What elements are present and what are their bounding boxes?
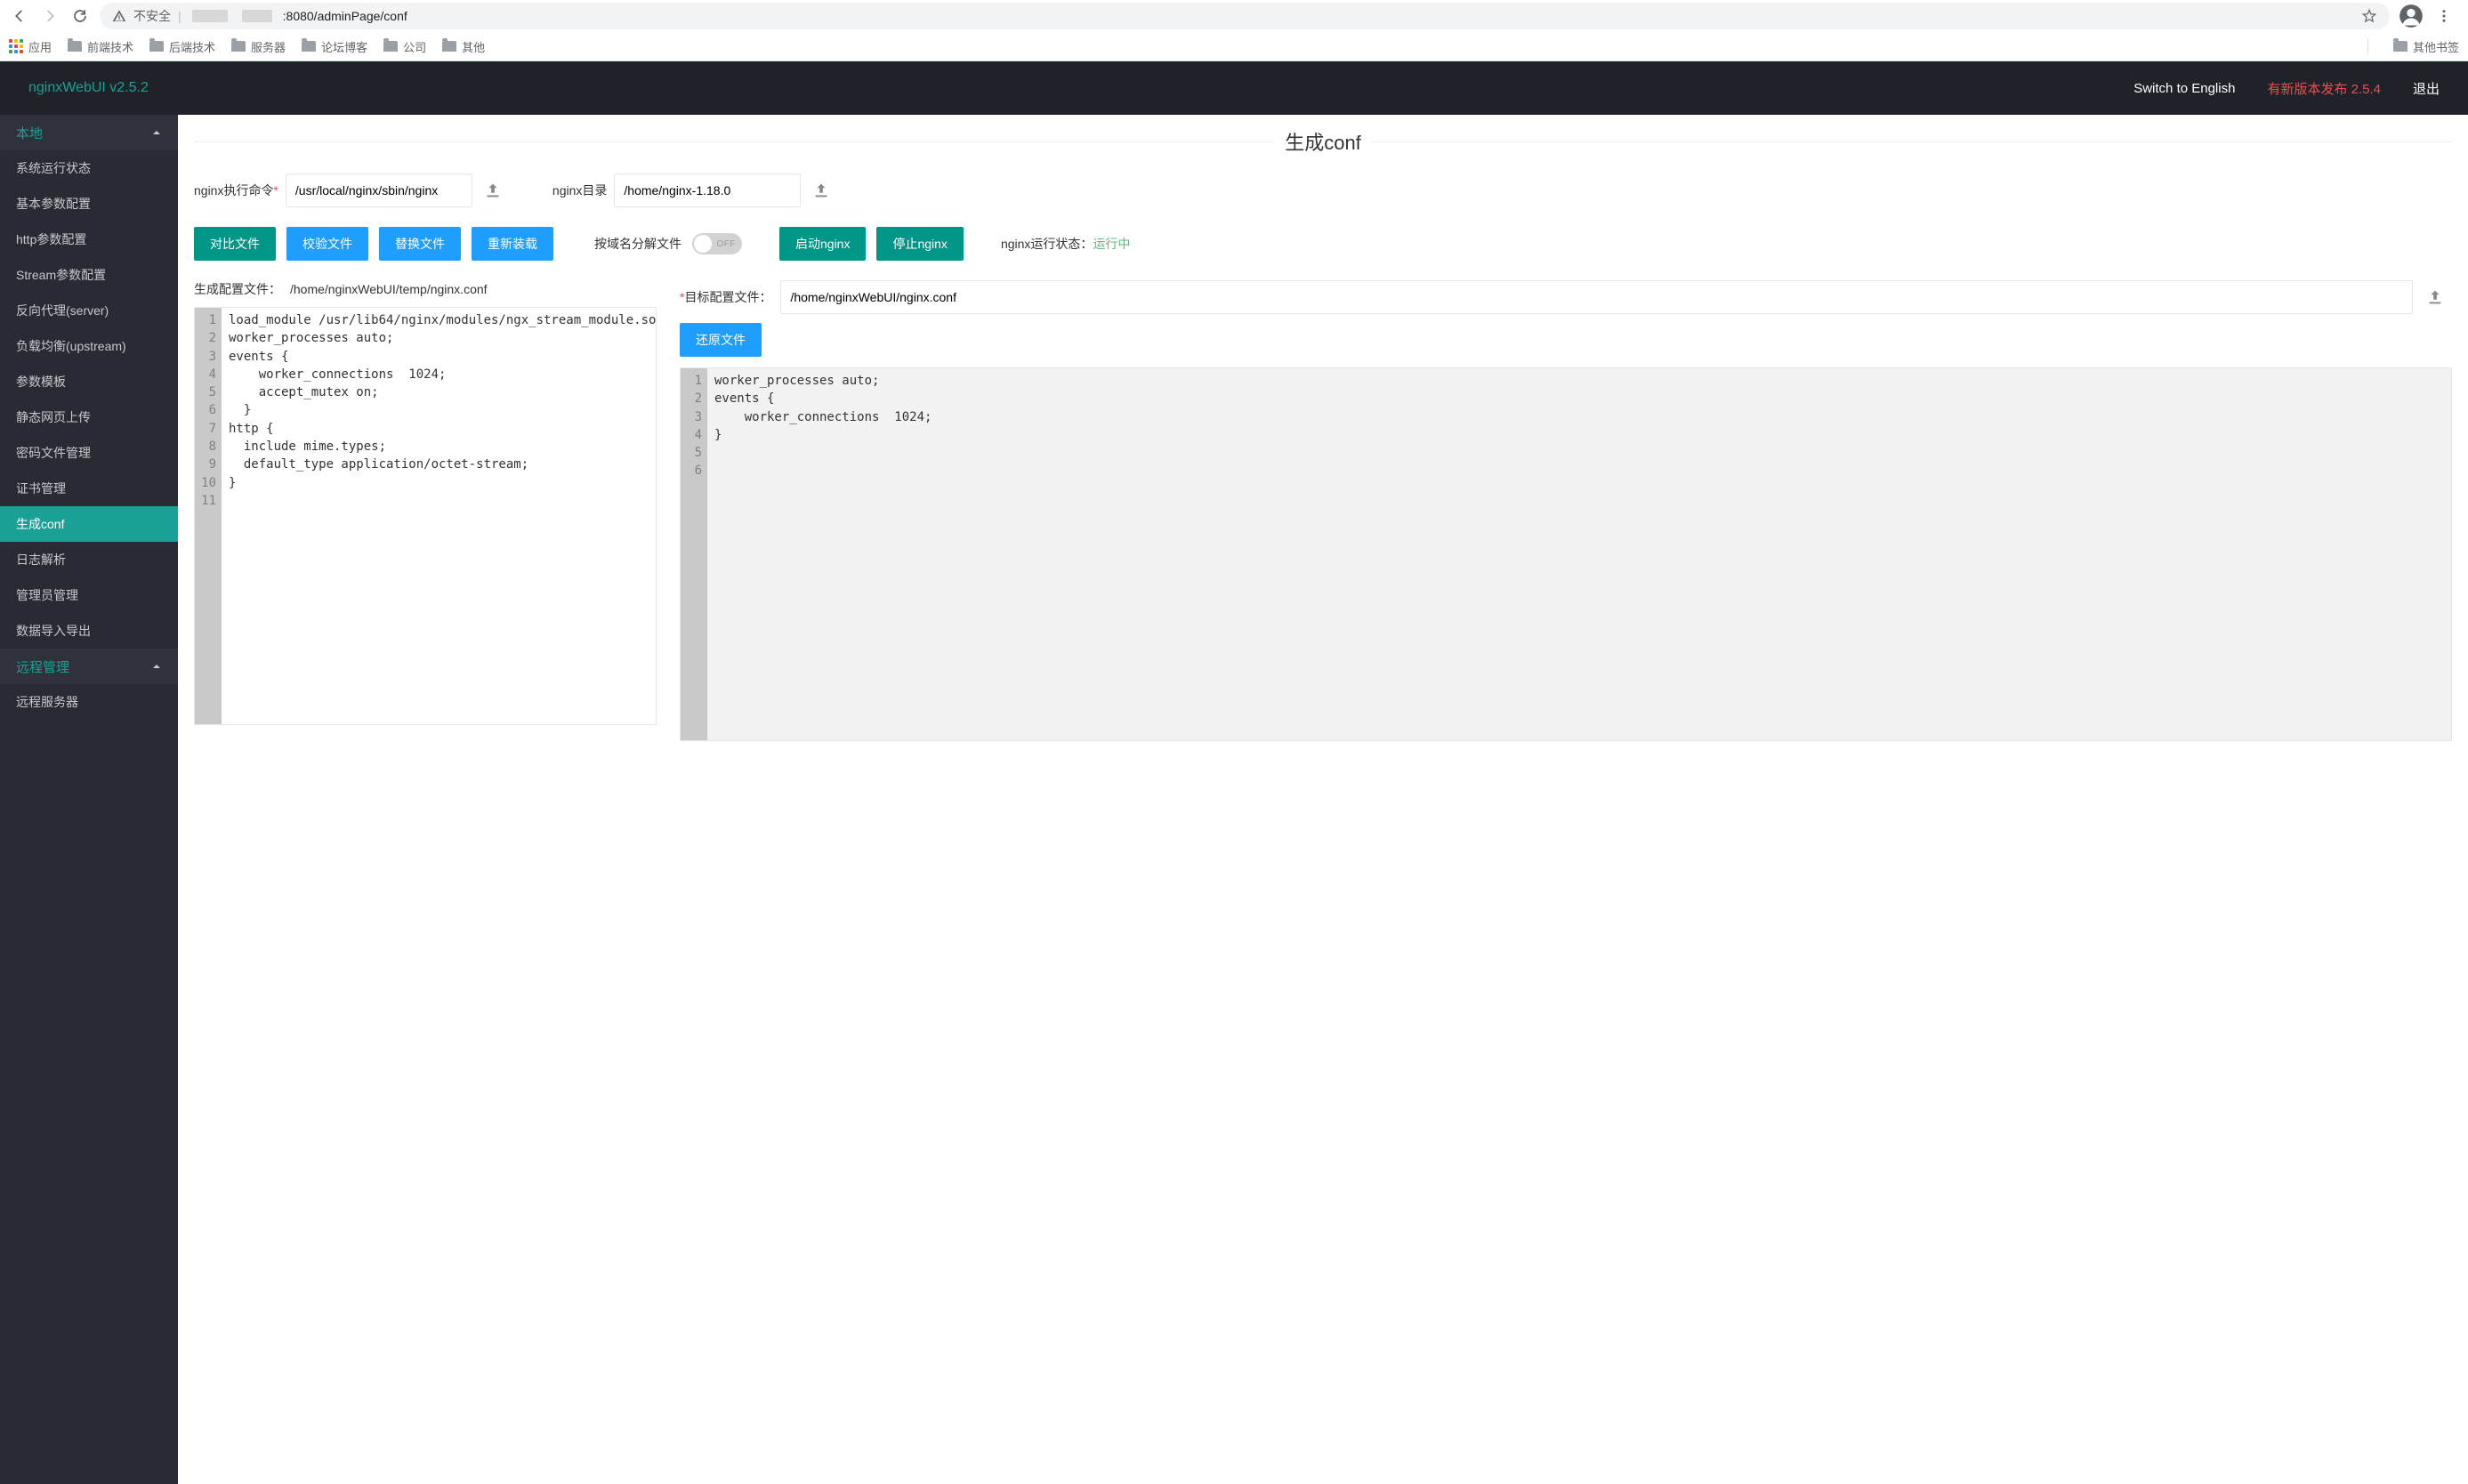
upload-dir-button[interactable] xyxy=(804,173,838,207)
other-bookmarks[interactable]: 其他书签 xyxy=(2393,38,2459,55)
bookmark-folder[interactable]: 其他 xyxy=(442,38,485,55)
switch-language-link[interactable]: Switch to English xyxy=(2133,81,2235,96)
bookmark-folder[interactable]: 论坛博客 xyxy=(302,38,367,55)
toggle-off-label: OFF xyxy=(717,239,737,249)
kebab-menu-icon[interactable] xyxy=(2436,8,2452,24)
stop-nginx-button[interactable]: 停止nginx xyxy=(876,227,963,261)
sidebar-item[interactable]: 生成conf xyxy=(0,506,178,542)
star-icon[interactable] xyxy=(2361,8,2377,24)
sidebar-item[interactable]: 日志解析 xyxy=(0,542,178,577)
sidebar-item[interactable]: http参数配置 xyxy=(0,222,178,257)
brand-title: nginxWebUI v2.5.2 xyxy=(28,80,149,96)
nginx-status-label: nginx运行状态：运行中 xyxy=(1001,235,1130,253)
target-conf-input[interactable] xyxy=(780,280,2413,314)
upload-target-button[interactable] xyxy=(2418,280,2452,314)
sidebar-item[interactable]: 基本参数配置 xyxy=(0,186,178,222)
sidebar-group-local[interactable]: 本地 xyxy=(0,115,178,150)
masked-host xyxy=(192,10,228,22)
forward-button[interactable] xyxy=(39,5,60,27)
target-conf-editor[interactable]: 123456 worker_processes auto;events { wo… xyxy=(680,367,2452,741)
insecure-icon xyxy=(112,9,126,23)
folder-icon xyxy=(2393,41,2408,52)
bookmark-folder[interactable]: 前端技术 xyxy=(68,38,133,55)
replace-file-button[interactable]: 替换文件 xyxy=(379,227,461,261)
insecure-label: 不安全 xyxy=(133,7,171,25)
chevron-up-icon xyxy=(151,661,162,672)
compare-file-button[interactable]: 对比文件 xyxy=(194,227,276,261)
app-header: nginxWebUI v2.5.2 Switch to English 有新版本… xyxy=(0,61,2468,115)
browser-chrome: 不安全 | :8080/adminPage/conf 应用 前端技术 后端技术 … xyxy=(0,0,2468,61)
folder-icon xyxy=(231,41,246,52)
sidebar-item[interactable]: 参数模板 xyxy=(0,364,178,399)
chevron-up-icon xyxy=(151,127,162,138)
bookmark-apps-label: 应用 xyxy=(28,38,52,55)
bookmark-folder[interactable]: 公司 xyxy=(383,38,426,55)
gen-conf-path: /home/nginxWebUI/temp/nginx.conf xyxy=(290,282,488,296)
restore-file-button[interactable]: 还原文件 xyxy=(680,323,762,357)
reload-button[interactable]: 重新装载 xyxy=(472,227,553,261)
sidebar-item[interactable]: 反向代理(server) xyxy=(0,293,178,328)
nginx-cmd-label: nginx执行命令* xyxy=(194,181,278,199)
start-nginx-button[interactable]: 启动nginx xyxy=(779,227,866,261)
nginx-dir-input[interactable] xyxy=(614,173,801,207)
folder-icon xyxy=(149,41,164,52)
folder-icon xyxy=(442,41,456,52)
sidebar-group-remote[interactable]: 远程管理 xyxy=(0,649,178,684)
version-notice-link[interactable]: 有新版本发布 2.5.4 xyxy=(2267,79,2381,98)
sidebar-item[interactable]: 远程服务器 xyxy=(0,684,178,720)
verify-file-button[interactable]: 校验文件 xyxy=(286,227,368,261)
address-bar[interactable]: 不安全 | :8080/adminPage/conf xyxy=(100,3,2390,29)
reload-button[interactable] xyxy=(69,5,91,27)
profile-avatar-icon[interactable] xyxy=(2399,4,2424,28)
back-button[interactable] xyxy=(9,5,30,27)
folder-icon xyxy=(383,41,398,52)
sidebar-item[interactable]: 证书管理 xyxy=(0,471,178,506)
nginx-dir-label: nginx目录 xyxy=(552,181,607,199)
sidebar-item[interactable]: 管理员管理 xyxy=(0,577,178,613)
nginx-status-value: 运行中 xyxy=(1093,237,1130,251)
masked-host-2 xyxy=(242,10,272,22)
generated-conf-editor[interactable]: 1234567891011 load_module /usr/lib64/ngi… xyxy=(194,307,657,725)
bookmark-folder[interactable]: 后端技术 xyxy=(149,38,215,55)
split-by-domain-toggle[interactable]: OFF xyxy=(692,233,742,254)
apps-icon xyxy=(9,39,23,53)
bookmarks-bar: 应用 前端技术 后端技术 服务器 论坛博客 公司 其他 其他书签 xyxy=(0,32,2468,60)
nginx-cmd-input[interactable] xyxy=(286,173,472,207)
sidebar-item[interactable]: 系统运行状态 xyxy=(0,150,178,186)
sidebar-item[interactable]: Stream参数配置 xyxy=(0,257,178,293)
folder-icon xyxy=(68,41,82,52)
target-conf-label: *目标配置文件： xyxy=(680,288,771,306)
main-content: 生成conf nginx执行命令* nginx目录 对比文件 校验文件 xyxy=(178,115,2468,1484)
folder-icon xyxy=(302,41,316,52)
sidebar: 本地 系统运行状态基本参数配置http参数配置Stream参数配置反向代理(se… xyxy=(0,115,178,1484)
upload-cmd-button[interactable] xyxy=(476,173,510,207)
sidebar-item[interactable]: 静态网页上传 xyxy=(0,399,178,435)
page-title: 生成conf xyxy=(1274,127,1372,156)
url-tail: :8080/adminPage/conf xyxy=(283,9,407,23)
gen-conf-label: 生成配置文件： xyxy=(194,280,281,298)
sidebar-item[interactable]: 数据导入导出 xyxy=(0,613,178,649)
bookmark-folder[interactable]: 服务器 xyxy=(231,38,286,55)
sidebar-item[interactable]: 负载均衡(upstream) xyxy=(0,328,178,364)
logout-link[interactable]: 退出 xyxy=(2413,79,2440,98)
bookmark-apps[interactable]: 应用 xyxy=(9,38,52,55)
split-by-domain-label: 按域名分解文件 xyxy=(594,235,682,253)
sidebar-item[interactable]: 密码文件管理 xyxy=(0,435,178,471)
